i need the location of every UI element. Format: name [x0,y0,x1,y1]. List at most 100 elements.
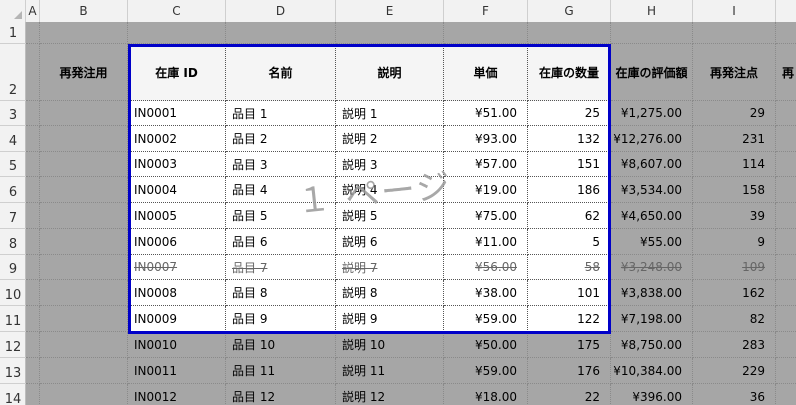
cell-j[interactable] [776,306,796,332]
item-name[interactable]: 品目 9 [226,306,336,332]
item-price[interactable]: ¥57.00 [444,152,528,177]
row-header-4[interactable]: 4 [0,126,26,152]
cell-row1[interactable] [40,22,128,44]
cell-reorder-flag[interactable] [40,126,128,152]
cell-j[interactable] [776,358,796,384]
header-value[interactable]: 在庫の評価額 [611,44,693,101]
item-name[interactable]: 品目 6 [226,229,336,255]
row-header-5[interactable]: 5 [0,152,26,177]
cell-reorder-flag[interactable] [40,101,128,126]
cell-a[interactable] [26,384,40,405]
item-name[interactable]: 品目 2 [226,126,336,152]
item-desc[interactable]: 説明 8 [336,280,444,306]
item-id[interactable]: IN0004 [128,177,226,203]
header-cut[interactable]: 再 [776,44,796,101]
item-reorder-point[interactable]: 229 [693,358,776,384]
cell-row1[interactable] [776,22,796,44]
cell-row1[interactable] [611,22,693,44]
cell-reorder-flag[interactable] [40,332,128,358]
item-desc[interactable]: 説明 12 [336,384,444,405]
cell-reorder-flag[interactable] [40,358,128,384]
item-name[interactable]: 品目 4 [226,177,336,203]
item-qty[interactable]: 176 [528,358,611,384]
cell-a[interactable] [26,126,40,152]
item-price[interactable]: ¥59.00 [444,306,528,332]
cell-a[interactable] [26,203,40,229]
cell-j[interactable] [776,126,796,152]
cell-reorder-flag[interactable] [40,203,128,229]
cell-a[interactable] [26,229,40,255]
item-desc[interactable]: 説明 7 [336,255,444,280]
item-desc[interactable]: 説明 5 [336,203,444,229]
header-qty[interactable]: 在庫の数量 [528,44,611,101]
item-value[interactable]: ¥12,276.00 [611,126,693,152]
item-name[interactable]: 品目 5 [226,203,336,229]
item-reorder-point[interactable]: 9 [693,229,776,255]
item-value[interactable]: ¥1,275.00 [611,101,693,126]
item-id[interactable]: IN0006 [128,229,226,255]
item-name[interactable]: 品目 11 [226,358,336,384]
cell-row1[interactable] [528,22,611,44]
item-reorder-point[interactable]: 114 [693,152,776,177]
cell-row1[interactable] [444,22,528,44]
item-price[interactable]: ¥51.00 [444,101,528,126]
cell-a[interactable] [26,177,40,203]
row-header-10[interactable]: 10 [0,280,26,306]
cell-reorder-flag[interactable] [40,255,128,280]
item-id[interactable]: IN0003 [128,152,226,177]
cell-j[interactable] [776,203,796,229]
item-price[interactable]: ¥56.00 [444,255,528,280]
cell-reorder-flag[interactable] [40,177,128,203]
item-value[interactable]: ¥8,750.00 [611,332,693,358]
cell-j[interactable] [776,152,796,177]
item-name[interactable]: 品目 3 [226,152,336,177]
cell-j[interactable] [776,229,796,255]
item-value[interactable]: ¥3,838.00 [611,280,693,306]
item-id[interactable]: IN0008 [128,280,226,306]
item-price[interactable]: ¥19.00 [444,177,528,203]
item-value[interactable]: ¥55.00 [611,229,693,255]
item-qty[interactable]: 22 [528,384,611,405]
item-price[interactable]: ¥18.00 [444,384,528,405]
item-value[interactable]: ¥3,534.00 [611,177,693,203]
item-name[interactable]: 品目 7 [226,255,336,280]
item-qty[interactable]: 101 [528,280,611,306]
item-qty[interactable]: 62 [528,203,611,229]
cell-reorder-flag[interactable] [40,384,128,405]
column-header-d[interactable]: D [226,0,336,22]
cell-a[interactable] [26,306,40,332]
row-header-3[interactable]: 3 [0,101,26,126]
column-header-c[interactable]: C [128,0,226,22]
row-header-13[interactable]: 13 [0,358,26,384]
item-desc[interactable]: 説明 10 [336,332,444,358]
item-desc[interactable]: 説明 11 [336,358,444,384]
header-name[interactable]: 名前 [226,44,336,101]
item-value[interactable]: ¥3,248.00 [611,255,693,280]
item-id[interactable]: IN0010 [128,332,226,358]
item-id[interactable]: IN0007 [128,255,226,280]
item-price[interactable]: ¥75.00 [444,203,528,229]
item-desc[interactable]: 説明 1 [336,101,444,126]
row-header-1[interactable]: 1 [0,22,26,44]
item-price[interactable]: ¥59.00 [444,358,528,384]
item-qty[interactable]: 186 [528,177,611,203]
cell-j[interactable] [776,384,796,405]
header-reorder-flag[interactable]: 再発注用 [40,44,128,101]
item-id[interactable]: IN0001 [128,101,226,126]
row-header-7[interactable]: 7 [0,203,26,229]
spreadsheet[interactable]: ABCDEFGHI 1 2 3 4 5 6 7 8 9 10 11 12 13 14 再発注用 在庫 ID 名… [0,0,796,405]
item-name[interactable]: 品目 10 [226,332,336,358]
item-reorder-point[interactable]: 29 [693,101,776,126]
item-id[interactable]: IN0002 [128,126,226,152]
item-id[interactable]: IN0011 [128,358,226,384]
item-price[interactable]: ¥38.00 [444,280,528,306]
column-header-i[interactable]: I [693,0,776,22]
item-qty[interactable]: 151 [528,152,611,177]
row-header-2[interactable]: 2 [0,44,26,101]
item-value[interactable]: ¥396.00 [611,384,693,405]
item-qty[interactable]: 58 [528,255,611,280]
cell-a[interactable] [26,152,40,177]
select-all-corner[interactable] [0,0,26,22]
cell-j[interactable] [776,177,796,203]
column-header-h[interactable]: H [611,0,693,22]
